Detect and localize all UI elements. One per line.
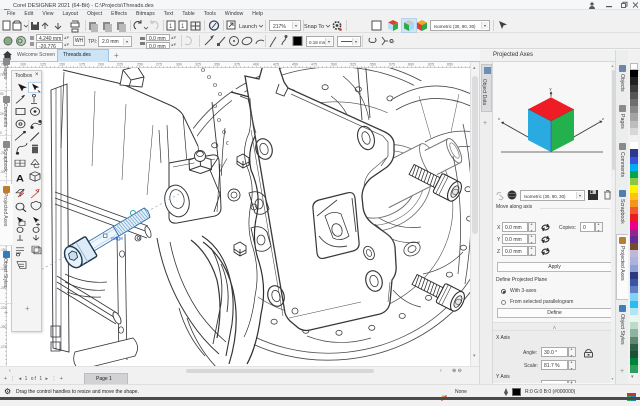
svg-text:A: A [16, 174, 25, 184]
svg-text:edge: edge [111, 236, 123, 242]
svg-text:z: z [602, 116, 604, 121]
svg-text:+: + [391, 39, 395, 46]
svg-text:Launch: Launch [239, 24, 257, 30]
svg-text:y: y [550, 86, 552, 91]
svg-text:x: x [498, 116, 500, 121]
svg-text:Snap To: Snap To [304, 24, 324, 30]
svg-text:+: + [25, 304, 30, 313]
